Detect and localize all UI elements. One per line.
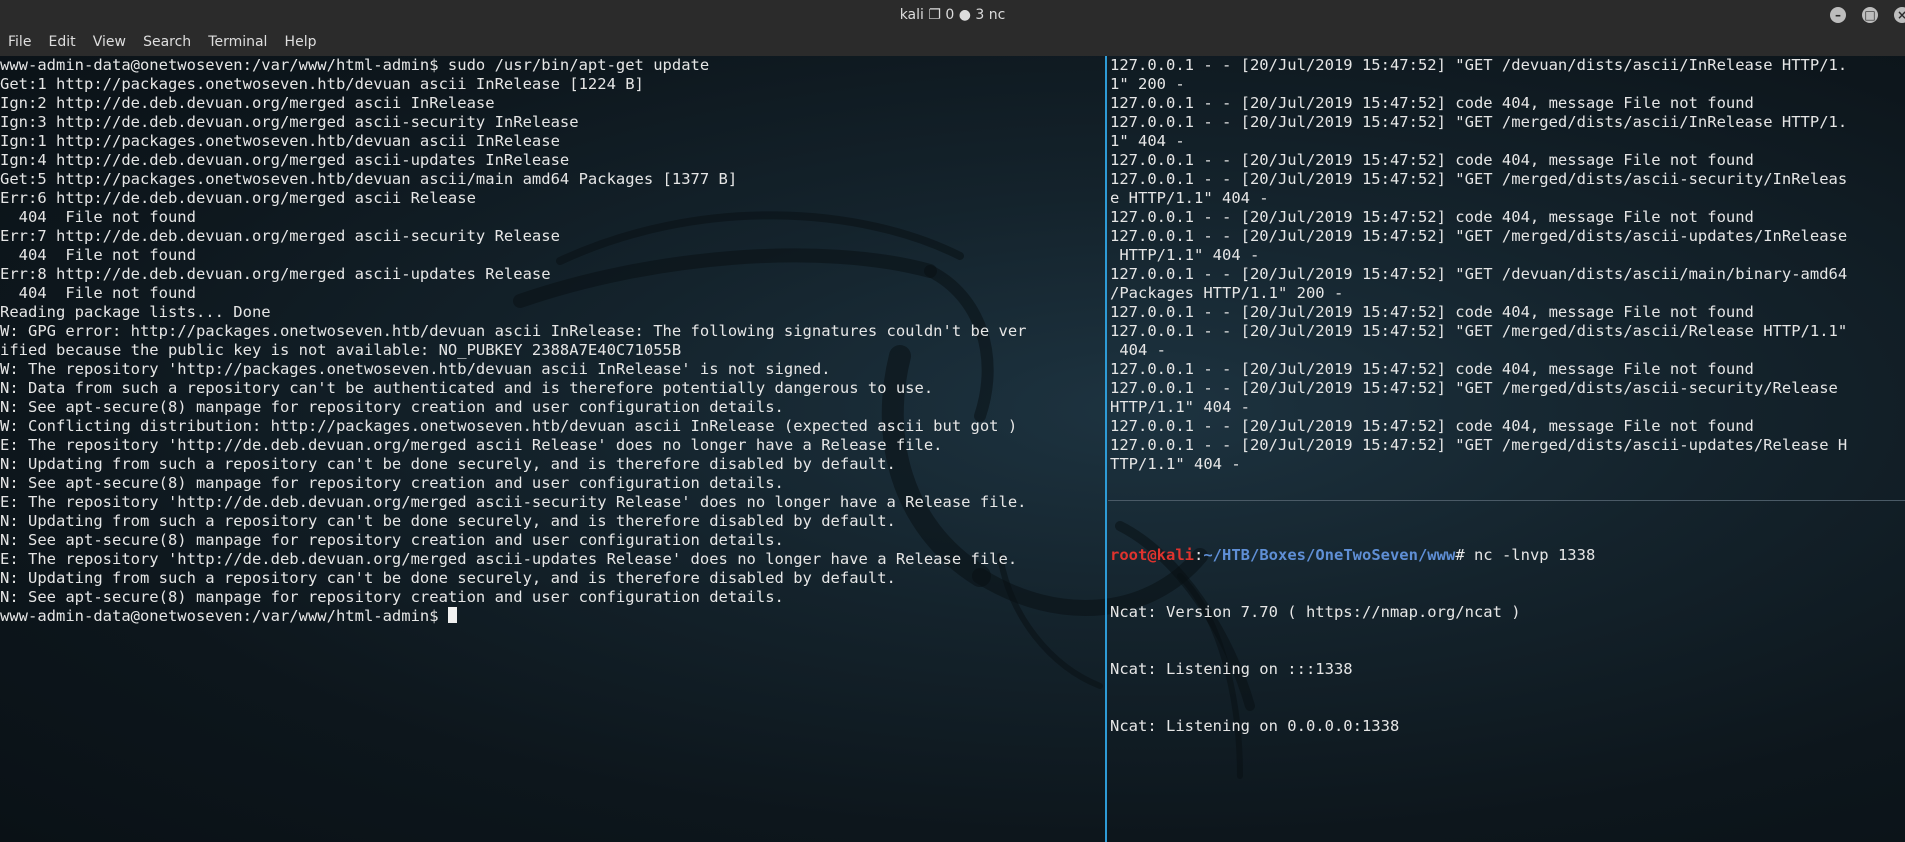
menu-bar: File Edit View Search Terminal Help (0, 30, 1905, 57)
output-line: 127.0.0.1 - - [20/Jul/2019 15:47:52] "GE… (1110, 436, 1848, 454)
output-line: HTTP/1.1" 404 - (1110, 398, 1250, 416)
output-line: 127.0.0.1 - - [20/Jul/2019 15:47:52] cod… (1110, 151, 1754, 169)
output-line: 1" 200 - (1110, 75, 1185, 93)
output-line: N: Updating from such a repository can't… (0, 455, 896, 473)
output-line: 127.0.0.1 - - [20/Jul/2019 15:47:52] cod… (1110, 360, 1754, 378)
output-line: HTTP/1.1" 404 - (1110, 246, 1260, 264)
output-line: Reading package lists... Done (0, 303, 271, 321)
menu-edit[interactable]: Edit (49, 30, 76, 50)
output-line: ified because the public key is not avai… (0, 341, 682, 359)
output-line: /Packages HTTP/1.1" 200 - (1110, 284, 1344, 302)
output-line: 127.0.0.1 - - [20/Jul/2019 15:47:52] "GE… (1110, 113, 1848, 131)
right-top-terminal-pane[interactable]: 127.0.0.1 - - [20/Jul/2019 15:47:52] "GE… (1110, 56, 1905, 496)
close-icon[interactable]: × (1894, 7, 1905, 23)
output-line: 127.0.0.1 - - [20/Jul/2019 15:47:52] "GE… (1110, 56, 1848, 74)
prompt-line: root@kali:~/HTB/Boxes/OneTwoSeven/www# n… (1110, 546, 1905, 565)
shell-prompt: www-admin-data@onetwoseven:/var/www/html… (0, 607, 448, 625)
pane-divider-vertical[interactable] (1105, 56, 1107, 842)
text-cursor[interactable] (447, 607, 457, 623)
maximize-icon[interactable]: □ (1862, 7, 1878, 23)
output-line: W: The repository 'http://packages.onetw… (0, 360, 831, 378)
output-line: N: See apt-secure(8) manpage for reposit… (0, 531, 784, 549)
minimize-icon[interactable]: – (1830, 7, 1846, 23)
output-line: 127.0.0.1 - - [20/Jul/2019 15:47:52] "GE… (1110, 379, 1838, 397)
output-line: 127.0.0.1 - - [20/Jul/2019 15:47:52] "GE… (1110, 170, 1848, 188)
output-line: Ncat: Listening on :::1338 (1110, 660, 1353, 678)
output-line: Ign:1 http://packages.onetwoseven.htb/de… (0, 132, 560, 150)
output-line: 127.0.0.1 - - [20/Jul/2019 15:47:52] cod… (1110, 208, 1754, 226)
output-line: 127.0.0.1 - - [20/Jul/2019 15:47:52] cod… (1110, 303, 1754, 321)
output-line: 127.0.0.1 - - [20/Jul/2019 15:47:52] cod… (1110, 417, 1754, 435)
output-line: N: Updating from such a repository can't… (0, 569, 896, 587)
pane-divider-horizontal[interactable] (1108, 500, 1905, 501)
output-line: 404 - (1110, 341, 1166, 359)
menu-file[interactable]: File (8, 30, 31, 50)
menu-search[interactable]: Search (143, 30, 191, 50)
output-line: Err:7 http://de.deb.devuan.org/merged as… (0, 227, 560, 245)
output-line: 404 File not found (0, 246, 196, 264)
output-line: 404 File not found (0, 284, 196, 302)
output-line: Ign:4 http://de.deb.devuan.org/merged as… (0, 151, 570, 169)
left-terminal-pane[interactable]: www-admin-data@onetwoseven:/var/www/html… (0, 56, 1104, 842)
output-line: 1" 404 - (1110, 132, 1185, 150)
output-line: E: The repository 'http://de.deb.devuan.… (0, 550, 1018, 568)
menu-terminal[interactable]: Terminal (208, 30, 267, 50)
output-line: Get:1 http://packages.onetwoseven.htb/de… (0, 75, 644, 93)
output-line: Err:8 http://de.deb.devuan.org/merged as… (0, 265, 551, 283)
prompt-command: # nc -lnvp 1338 (1455, 546, 1596, 564)
output-line: N: See apt-secure(8) manpage for reposit… (0, 474, 784, 492)
output-line: Get:5 http://packages.onetwoseven.htb/de… (0, 170, 738, 188)
output-line: N: See apt-secure(8) manpage for reposit… (0, 398, 784, 416)
window-title: kali ❐ 0 ● 3 nc (899, 7, 1006, 23)
terminal-window: kali ❐ 0 ● 3 nc – □ × File Edit View Sea… (0, 0, 1905, 842)
output-line: e HTTP/1.1" 404 - (1110, 189, 1269, 207)
output-line: 127.0.0.1 - - [20/Jul/2019 15:47:52] cod… (1110, 94, 1754, 112)
output-line: www-admin-data@onetwoseven:/var/www/html… (0, 56, 710, 74)
output-line: Ign:3 http://de.deb.devuan.org/merged as… (0, 113, 579, 131)
prompt-path: ~/HTB/Boxes/OneTwoSeven/www (1203, 546, 1456, 564)
output-line: Ncat: Version 7.70 ( https://nmap.org/nc… (1110, 603, 1521, 621)
output-line: W: GPG error: http://packages.onetwoseve… (0, 322, 1027, 340)
output-line: 404 File not found (0, 208, 196, 226)
output-line: 127.0.0.1 - - [20/Jul/2019 15:47:52] "GE… (1110, 265, 1848, 283)
terminal-area: www-admin-data@onetwoseven:/var/www/html… (0, 56, 1905, 842)
menu-help[interactable]: Help (285, 30, 317, 50)
prompt-user: root@kali (1110, 546, 1194, 564)
output-line: N: Updating from such a repository can't… (0, 512, 896, 530)
output-line: N: Data from such a repository can't be … (0, 379, 934, 397)
output-line: W: Conflicting distribution: http://pack… (0, 417, 1018, 435)
output-line: TTP/1.1" 404 - (1110, 455, 1241, 473)
output-line: Ign:2 http://de.deb.devuan.org/merged as… (0, 94, 495, 112)
right-bottom-terminal-pane[interactable]: root@kali:~/HTB/Boxes/OneTwoSeven/www# n… (1110, 508, 1905, 842)
output-line: E: The repository 'http://de.deb.devuan.… (0, 436, 943, 454)
menu-view[interactable]: View (93, 30, 126, 50)
output-line: N: See apt-secure(8) manpage for reposit… (0, 588, 784, 606)
output-line: E: The repository 'http://de.deb.devuan.… (0, 493, 1027, 511)
prompt-line: www-admin-data@onetwoseven:/var/www/html… (0, 607, 1104, 626)
prompt-separator: : (1194, 546, 1204, 564)
output-line: 127.0.0.1 - - [20/Jul/2019 15:47:52] "GE… (1110, 322, 1848, 340)
output-line: 127.0.0.1 - - [20/Jul/2019 15:47:52] "GE… (1110, 227, 1848, 245)
title-bar[interactable]: kali ❐ 0 ● 3 nc – □ × (0, 0, 1905, 30)
output-line: Err:6 http://de.deb.devuan.org/merged as… (0, 189, 476, 207)
output-line: Ncat: Listening on 0.0.0.0:1338 (1110, 717, 1400, 735)
